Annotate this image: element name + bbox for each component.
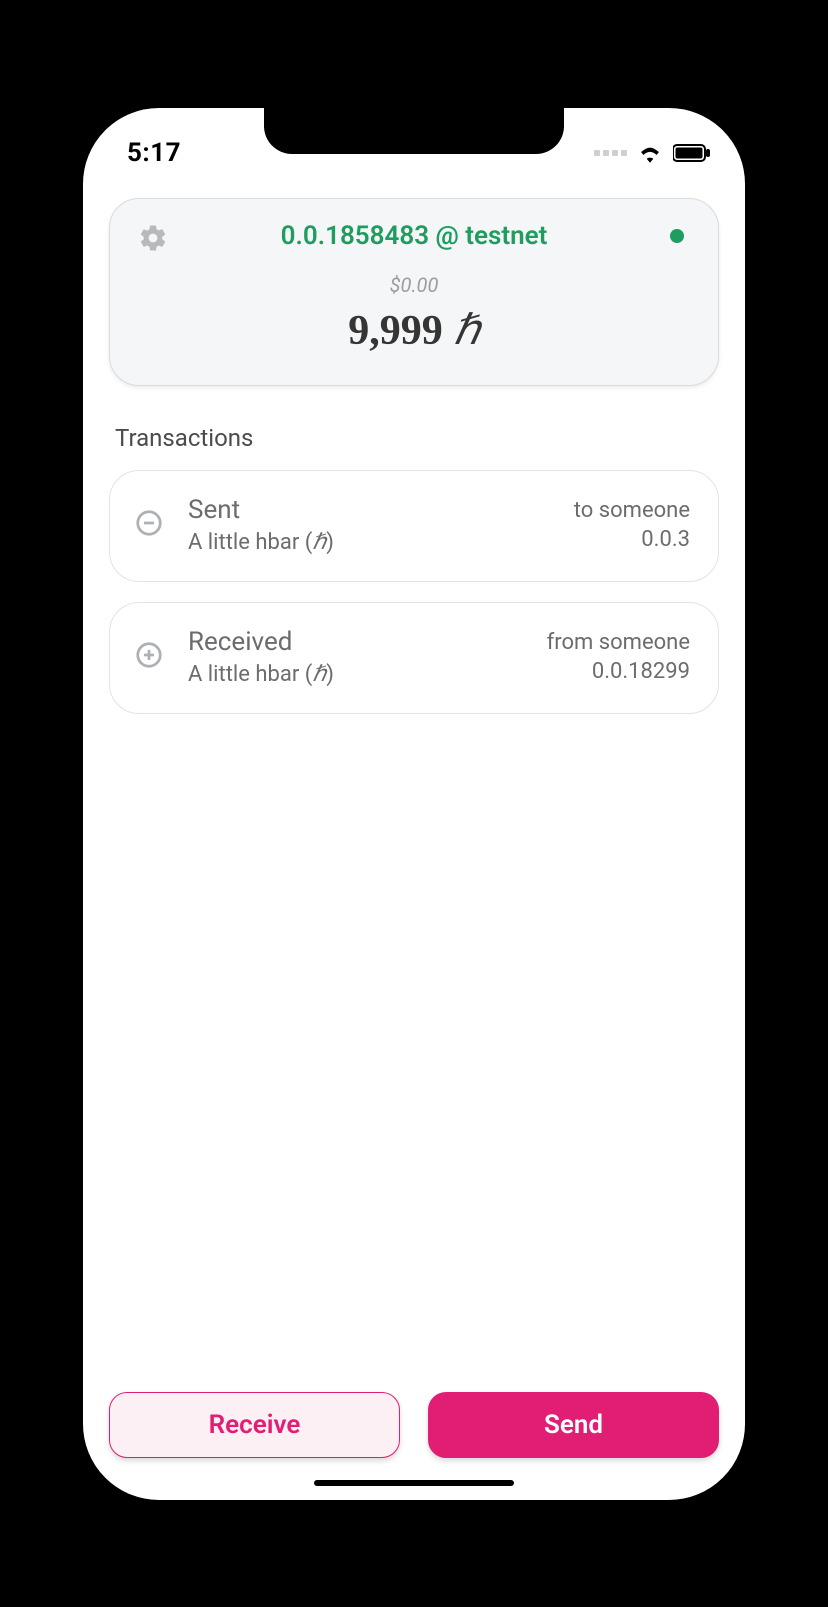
device-notch [264, 106, 564, 154]
tx-counterparty-label: to someone [574, 498, 690, 523]
hbar-symbol-icon: ℏ [312, 661, 326, 686]
hbar-symbol-icon: ℏ [312, 529, 326, 554]
hbar-symbol-icon: ℏ [453, 308, 480, 354]
transaction-row[interactable]: Sent A little hbar (ℏ) to someone 0.0.3 [109, 470, 719, 582]
cellular-dots-icon [594, 150, 627, 156]
tx-direction: Received [188, 627, 523, 657]
footer-actions: Receive Send [83, 1392, 745, 1458]
status-dot-icon [670, 229, 684, 243]
main-content: 0.0.1858483 @ testnet $0.00 9,999 ℏ Tran… [83, 180, 745, 1390]
phone-frame: 5:17 0.0.1858483 @ testnet [69, 94, 759, 1514]
tx-counterparty-label: from someone [547, 630, 690, 655]
gear-icon[interactable] [138, 223, 168, 257]
balance-hbar-amount: 9,999 [348, 308, 443, 354]
tx-direction: Sent [188, 495, 550, 525]
tx-counterparty-address: 0.0.3 [574, 527, 690, 552]
send-button[interactable]: Send [428, 1392, 719, 1458]
receive-button[interactable]: Receive [109, 1392, 400, 1458]
tx-amount: A little hbar (ℏ) [188, 529, 550, 555]
transactions-heading: Transactions [115, 424, 713, 452]
tx-amount: A little hbar (ℏ) [188, 661, 523, 687]
minus-circle-icon [134, 508, 164, 542]
balance-usd: $0.00 [134, 273, 694, 297]
status-time: 5:17 [127, 138, 181, 168]
plus-circle-icon [134, 640, 164, 674]
wifi-icon [637, 143, 663, 163]
home-indicator[interactable] [314, 1480, 514, 1486]
battery-icon [673, 144, 711, 162]
balance-hbar: 9,999 ℏ [134, 305, 694, 355]
account-label: 0.0.1858483 @ testnet [281, 221, 548, 251]
status-indicators [594, 143, 711, 163]
balance-card[interactable]: 0.0.1858483 @ testnet $0.00 9,999 ℏ [109, 198, 719, 386]
transaction-row[interactable]: Received A little hbar (ℏ) from someone … [109, 602, 719, 714]
tx-counterparty-address: 0.0.18299 [547, 659, 690, 684]
